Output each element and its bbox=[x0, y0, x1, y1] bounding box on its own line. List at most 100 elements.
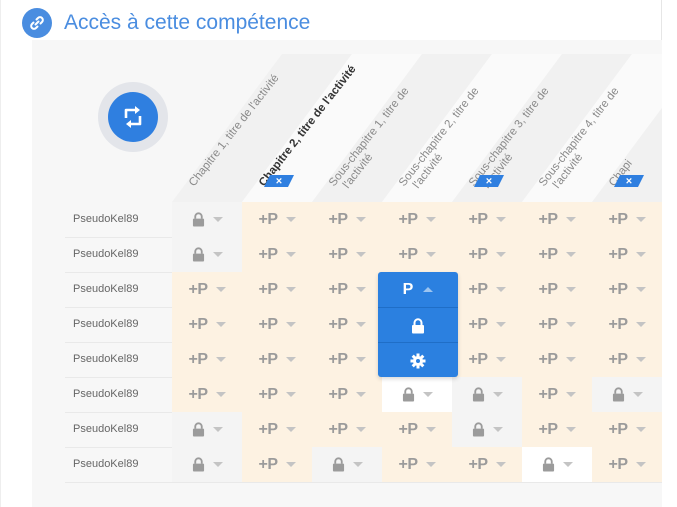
access-cell[interactable]: +P bbox=[172, 377, 242, 412]
access-value: +P bbox=[538, 385, 558, 403]
access-value: +P bbox=[538, 210, 558, 228]
chevron-down-icon bbox=[285, 462, 296, 467]
access-cell[interactable]: +P bbox=[242, 412, 312, 447]
chevron-down-icon bbox=[425, 252, 436, 257]
access-cell[interactable]: +P bbox=[522, 377, 592, 412]
access-value: +P bbox=[538, 280, 558, 298]
chevron-down-icon bbox=[495, 462, 506, 467]
access-cell[interactable]: +P bbox=[172, 307, 242, 342]
access-value: +P bbox=[258, 455, 278, 473]
access-cell[interactable]: +P bbox=[592, 272, 662, 307]
access-cell[interactable]: +P bbox=[592, 412, 662, 447]
access-cell[interactable] bbox=[452, 412, 522, 447]
access-value: +P bbox=[608, 315, 628, 333]
access-cell[interactable]: +P bbox=[592, 202, 662, 237]
chevron-down-icon bbox=[285, 392, 296, 397]
student-name: PseudoKel89 bbox=[73, 388, 139, 400]
access-cell[interactable]: +P bbox=[592, 447, 662, 482]
access-cell[interactable]: +P bbox=[312, 307, 382, 342]
access-cell[interactable]: +P bbox=[242, 272, 312, 307]
access-cell[interactable]: +P bbox=[522, 412, 592, 447]
access-cell[interactable]: +P bbox=[382, 202, 452, 237]
access-cell[interactable]: +P bbox=[522, 342, 592, 377]
chevron-down-icon bbox=[565, 357, 576, 362]
chevron-down-icon bbox=[492, 427, 503, 432]
access-cell[interactable] bbox=[382, 377, 452, 412]
access-cell[interactable] bbox=[522, 447, 592, 482]
access-cell[interactable]: +P bbox=[312, 272, 382, 307]
dropdown-option-label: P bbox=[402, 280, 414, 298]
gear-icon bbox=[410, 353, 426, 368]
access-cell[interactable]: +P bbox=[242, 447, 312, 482]
dropdown-option-p[interactable]: P bbox=[378, 272, 458, 307]
access-cell[interactable]: +P bbox=[452, 342, 522, 377]
access-cell[interactable]: +P bbox=[452, 307, 522, 342]
chevron-down-icon bbox=[565, 322, 576, 327]
access-cell[interactable]: +P bbox=[452, 237, 522, 272]
lock-icon bbox=[472, 387, 484, 402]
access-cell[interactable]: +P bbox=[242, 377, 312, 412]
access-cell[interactable]: +P bbox=[522, 237, 592, 272]
student-name: PseudoKel89 bbox=[73, 458, 139, 470]
close-icon: × bbox=[276, 176, 282, 188]
page-title: Accès à cette compétence bbox=[64, 11, 311, 34]
access-cell[interactable] bbox=[592, 377, 662, 412]
access-cell[interactable]: +P bbox=[312, 202, 382, 237]
access-cell[interactable]: +P bbox=[452, 202, 522, 237]
chevron-down-icon bbox=[565, 217, 576, 222]
access-cell[interactable]: +P bbox=[242, 307, 312, 342]
access-value: +P bbox=[258, 385, 278, 403]
chevron-down-icon bbox=[355, 287, 366, 292]
chevron-down-icon bbox=[285, 427, 296, 432]
access-cell[interactable] bbox=[172, 202, 242, 237]
access-cell[interactable]: +P bbox=[312, 377, 382, 412]
chevron-down-icon bbox=[565, 252, 576, 257]
access-cell[interactable]: +P bbox=[452, 447, 522, 482]
table-row: PseudoKel89 +P +P +P +P +P +P bbox=[65, 342, 662, 378]
access-cell[interactable]: +P bbox=[452, 272, 522, 307]
access-cell[interactable]: +P bbox=[522, 272, 592, 307]
access-cell[interactable]: +P bbox=[172, 272, 242, 307]
access-cell[interactable]: +P bbox=[382, 237, 452, 272]
access-cell[interactable]: +P bbox=[312, 342, 382, 377]
access-cell[interactable]: +P bbox=[592, 307, 662, 342]
access-cell[interactable]: +P bbox=[592, 342, 662, 377]
access-cell[interactable] bbox=[172, 237, 242, 272]
access-cell[interactable]: +P bbox=[242, 342, 312, 377]
access-value: +P bbox=[398, 210, 418, 228]
access-cell[interactable]: +P bbox=[312, 412, 382, 447]
chevron-down-icon bbox=[565, 427, 576, 432]
chevron-down-icon bbox=[635, 322, 646, 327]
access-dropdown-menu: P bbox=[378, 272, 458, 377]
access-value: +P bbox=[188, 315, 208, 333]
access-cell[interactable] bbox=[452, 377, 522, 412]
access-cell[interactable]: +P bbox=[242, 202, 312, 237]
access-value: +P bbox=[398, 420, 418, 438]
dropdown-option-lock[interactable] bbox=[378, 307, 458, 343]
access-cell[interactable] bbox=[312, 447, 382, 482]
access-cell[interactable]: +P bbox=[312, 237, 382, 272]
access-value: +P bbox=[328, 245, 348, 263]
access-cell[interactable]: +P bbox=[522, 307, 592, 342]
access-cell[interactable]: +P bbox=[382, 412, 452, 447]
access-value: +P bbox=[328, 315, 348, 333]
access-cell[interactable]: +P bbox=[242, 237, 312, 272]
access-cell[interactable]: +P bbox=[172, 342, 242, 377]
access-cell[interactable] bbox=[172, 447, 242, 482]
chevron-up-icon bbox=[423, 287, 434, 292]
access-value: +P bbox=[608, 350, 628, 368]
access-cell[interactable]: +P bbox=[592, 237, 662, 272]
table-row: PseudoKel89 +P +P +P +P +P bbox=[65, 412, 662, 448]
access-cell[interactable] bbox=[172, 412, 242, 447]
student-name: PseudoKel89 bbox=[73, 248, 139, 260]
close-icon: × bbox=[486, 176, 492, 188]
access-cell[interactable]: +P bbox=[382, 447, 452, 482]
dropdown-option-settings[interactable] bbox=[378, 342, 458, 378]
table-row: PseudoKel89 +P +P +P +P +P +P bbox=[65, 237, 662, 273]
access-value: +P bbox=[538, 420, 558, 438]
access-value: +P bbox=[328, 280, 348, 298]
lock-icon bbox=[412, 317, 424, 333]
access-cell[interactable]: +P bbox=[522, 202, 592, 237]
access-value: +P bbox=[538, 350, 558, 368]
access-value: +P bbox=[258, 245, 278, 263]
